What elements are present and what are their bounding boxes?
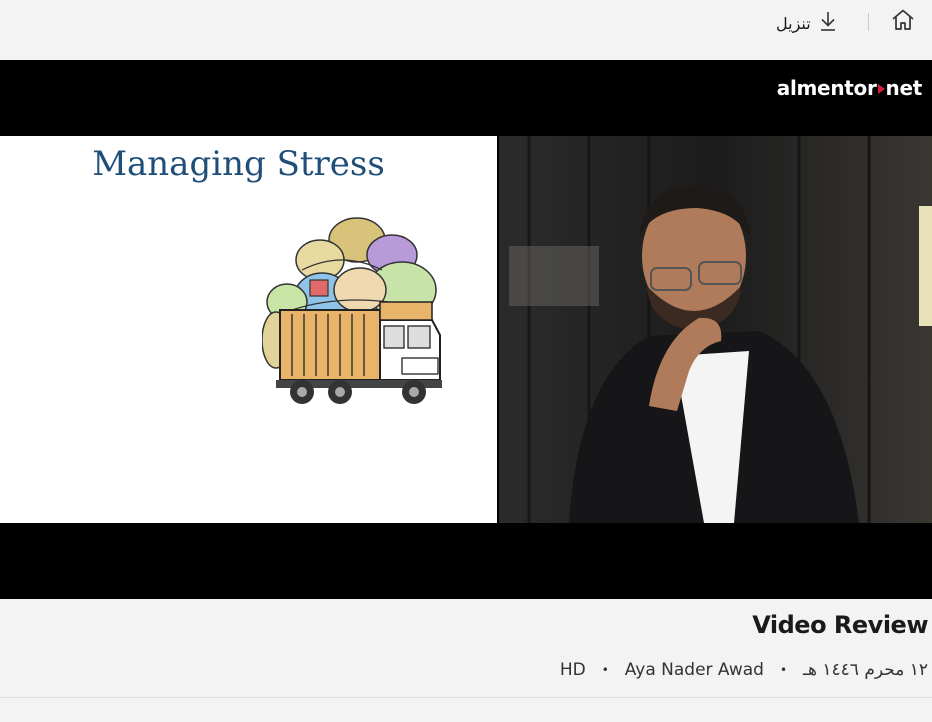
download-button[interactable]: تنزيل — [776, 9, 837, 37]
video-date: ١٢ محرم ١٤٤٦ هـ — [803, 660, 928, 680]
play-logo-icon — [877, 83, 885, 94]
divider — [0, 697, 932, 698]
slide-title: Managing Stress — [92, 144, 385, 184]
download-icon — [819, 10, 837, 37]
download-label: تنزيل — [776, 13, 811, 33]
video-player[interactable]: almentor net Managing Stress — [0, 60, 932, 599]
overloaded-truck-illustration — [262, 217, 442, 404]
video-quality: HD — [559, 660, 586, 680]
presenter-video-frame — [499, 136, 932, 523]
video-title: Video Review — [752, 611, 928, 639]
brand-logo: almentor net — [776, 76, 923, 100]
home-icon — [890, 8, 916, 37]
toolbar-divider — [868, 13, 869, 31]
video-author[interactable]: Aya Nader Awad — [625, 660, 764, 680]
brand-name-part2: net — [885, 76, 923, 100]
top-toolbar: تنزيل — [0, 0, 932, 60]
brand-name-part1: almentor — [776, 76, 877, 100]
separator-dot: • — [601, 663, 609, 677]
video-metadata: HD • Aya Nader Awad • ١٢ محرم ١٤٤٦ هـ — [560, 660, 928, 680]
lecture-slide: Managing Stress — [0, 136, 497, 523]
separator-dot: • — [779, 663, 788, 677]
home-button[interactable] — [888, 8, 918, 36]
